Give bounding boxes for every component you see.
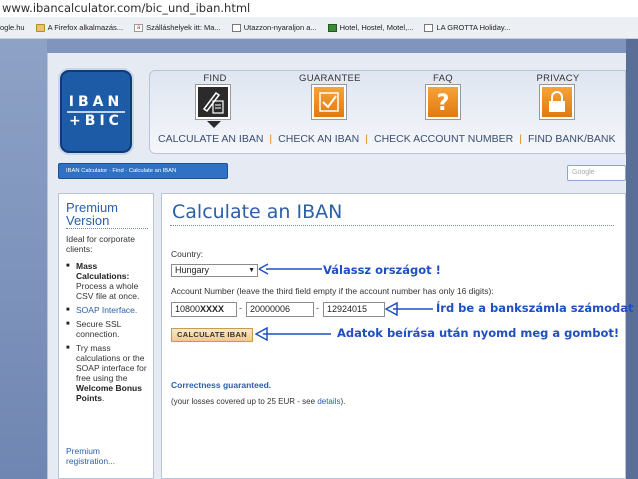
bookmark-item[interactable]: Utazzon-nyaraljon a... bbox=[231, 23, 317, 32]
nav-label-find[interactable]: FIND bbox=[185, 73, 245, 84]
premium-sidebar: Premium Version Ideal for corporate clie… bbox=[58, 193, 154, 479]
nav-label-guarantee[interactable]: GUARANTEE bbox=[299, 73, 361, 84]
checkbox-icon[interactable] bbox=[312, 85, 346, 119]
annotation-arrow-account bbox=[385, 302, 433, 316]
bookmark-item[interactable]: a Szálláshelyek itt: Ma... bbox=[134, 23, 221, 32]
search-input[interactable]: Google bbox=[567, 165, 626, 181]
pen-icon[interactable] bbox=[196, 85, 230, 119]
breadcrumb[interactable]: IBAN Calculator · Find · Calculate an IB… bbox=[58, 163, 228, 179]
bookmark-label: Hotel, Hostel, Motel,... bbox=[339, 23, 414, 32]
pen-icon-graphic bbox=[202, 91, 224, 114]
active-nav-pointer bbox=[207, 121, 221, 128]
page-title: Calculate an IBAN bbox=[172, 201, 343, 223]
title-divider bbox=[170, 225, 614, 226]
tab-find-bank[interactable]: FIND BANK/BANK bbox=[528, 133, 616, 145]
account-field-1-prefix: 10800 bbox=[175, 304, 201, 314]
losses-text: (your losses covered up to 25 EUR - see … bbox=[171, 397, 345, 406]
bookmark-label: ogle.hu bbox=[0, 23, 25, 32]
premium-title: Premium Version bbox=[66, 200, 119, 228]
feature-link[interactable]: SOAP Interface. bbox=[76, 305, 137, 315]
svg-text:?: ? bbox=[437, 91, 450, 116]
bookmark-item[interactable]: A Firefox alkalmazás... bbox=[35, 23, 124, 32]
tab-separator: | bbox=[269, 132, 273, 145]
premium-registration-link[interactable]: Premium registration... bbox=[66, 446, 148, 466]
country-select[interactable]: Hungary ▼ bbox=[171, 264, 258, 277]
bookmark-label: Utazzon-nyaraljon a... bbox=[243, 23, 317, 32]
iban-bic-logo[interactable]: IBAN +BIC bbox=[60, 70, 132, 153]
bookmark-item[interactable]: Hotel, Hostel, Motel,... bbox=[327, 23, 414, 32]
chevron-down-icon: ▼ bbox=[248, 267, 255, 274]
feature-text: Secure SSL connection. bbox=[76, 319, 122, 339]
lock-icon-graphic bbox=[549, 91, 565, 112]
tab-separator: | bbox=[519, 132, 522, 145]
question-icon-graphic: ? bbox=[437, 91, 450, 116]
checkbox-icon-graphic bbox=[319, 92, 339, 112]
calculate-iban-button[interactable]: CALCULATE IBAN bbox=[171, 328, 253, 342]
bookmark-label: LA GROTTA Holiday... bbox=[436, 23, 511, 32]
url-text[interactable]: www.ibancalculator.com/bic_und_iban.html bbox=[0, 0, 638, 17]
premium-feature-list: Mass Calculations: Process a whole CSV f… bbox=[66, 261, 150, 407]
premium-divider bbox=[66, 228, 148, 229]
feature-bold: Mass Calculations: bbox=[76, 261, 130, 281]
green-icon bbox=[327, 23, 337, 32]
feature-bold: Welcome Bonus Points bbox=[76, 383, 142, 403]
left-margin bbox=[0, 39, 47, 479]
logo-line-bic: +BIC bbox=[69, 113, 123, 129]
page-icon bbox=[231, 23, 241, 32]
account-field-2[interactable]: 20000006 bbox=[246, 302, 314, 317]
annotation-account: Írd be a bankszámla számodat ! bbox=[436, 301, 638, 315]
field-separator: - bbox=[239, 303, 242, 313]
bookmarks-bar: ogle.hu A Firefox alkalmazás... a Szállás… bbox=[0, 17, 638, 39]
folder-icon bbox=[35, 23, 45, 32]
nav-label-privacy[interactable]: PRIVACY bbox=[528, 73, 588, 84]
country-label: Country: bbox=[171, 249, 204, 259]
tab-separator: | bbox=[365, 132, 368, 145]
logo-line-iban: IBAN bbox=[68, 94, 124, 110]
premium-intro: Ideal for corporate clients: bbox=[66, 234, 135, 254]
screenshot: www.ibancalculator.com/bic_und_iban.html… bbox=[0, 0, 638, 479]
annotation-button: Adatok beírása után nyomd meg a gombot! bbox=[337, 326, 620, 340]
tab-calculate-iban[interactable]: CALCULATE AN IBAN bbox=[158, 133, 263, 145]
logo-inner: IBAN +BIC bbox=[67, 85, 125, 147]
feature-text: Try mass calculations or the SOAP interf… bbox=[76, 343, 147, 383]
country-select-value: Hungary bbox=[175, 265, 210, 275]
account-label: Account Number (leave the third field em… bbox=[171, 286, 494, 296]
page-icon bbox=[424, 23, 434, 32]
guarantee-text: Correctness guaranteed. bbox=[171, 380, 272, 390]
list-item: Try mass calculations or the SOAP interf… bbox=[66, 343, 150, 403]
account-field-1-mask: XXXX bbox=[200, 304, 225, 314]
account-field-1[interactable]: 10800XXXX bbox=[171, 302, 237, 317]
bookmark-label: Szálláshelyek itt: Ma... bbox=[146, 23, 221, 32]
field-separator: - bbox=[316, 303, 319, 313]
details-link[interactable]: details bbox=[317, 397, 340, 406]
tab-bar: CALCULATE AN IBAN | CHECK AN IBAN | CHEC… bbox=[158, 131, 626, 146]
losses-suffix: ). bbox=[340, 397, 346, 406]
account-field-3[interactable]: 12924015 bbox=[323, 302, 385, 317]
feature-end: . bbox=[101, 393, 105, 403]
losses-prefix: (your losses covered up to 25 EUR - see bbox=[171, 397, 316, 406]
feature-text: Process a whole CSV file at once. bbox=[76, 281, 140, 301]
bookmark-item[interactable]: ogle.hu bbox=[0, 23, 25, 32]
lock-icon[interactable] bbox=[540, 85, 574, 119]
nav-label-faq[interactable]: FAQ bbox=[413, 73, 473, 84]
bookmark-icon: a bbox=[134, 23, 144, 32]
list-item: Secure SSL connection. bbox=[66, 319, 150, 339]
scrollbar[interactable] bbox=[626, 39, 638, 479]
annotation-arrow-country bbox=[258, 263, 322, 275]
list-item: Mass Calculations: Process a whole CSV f… bbox=[66, 261, 150, 301]
bookmark-item[interactable]: LA GROTTA Holiday... bbox=[424, 23, 510, 32]
tab-check-iban[interactable]: CHECK AN IBAN bbox=[278, 133, 359, 145]
annotation-country: Válassz országot ! bbox=[323, 263, 441, 277]
question-icon[interactable]: ? bbox=[426, 85, 460, 119]
annotation-arrow-button bbox=[255, 327, 331, 341]
list-item[interactable]: SOAP Interface. bbox=[66, 305, 150, 315]
bookmark-label: A Firefox alkalmazás... bbox=[47, 23, 124, 32]
tab-check-account-number[interactable]: CHECK ACCOUNT NUMBER bbox=[374, 133, 513, 145]
